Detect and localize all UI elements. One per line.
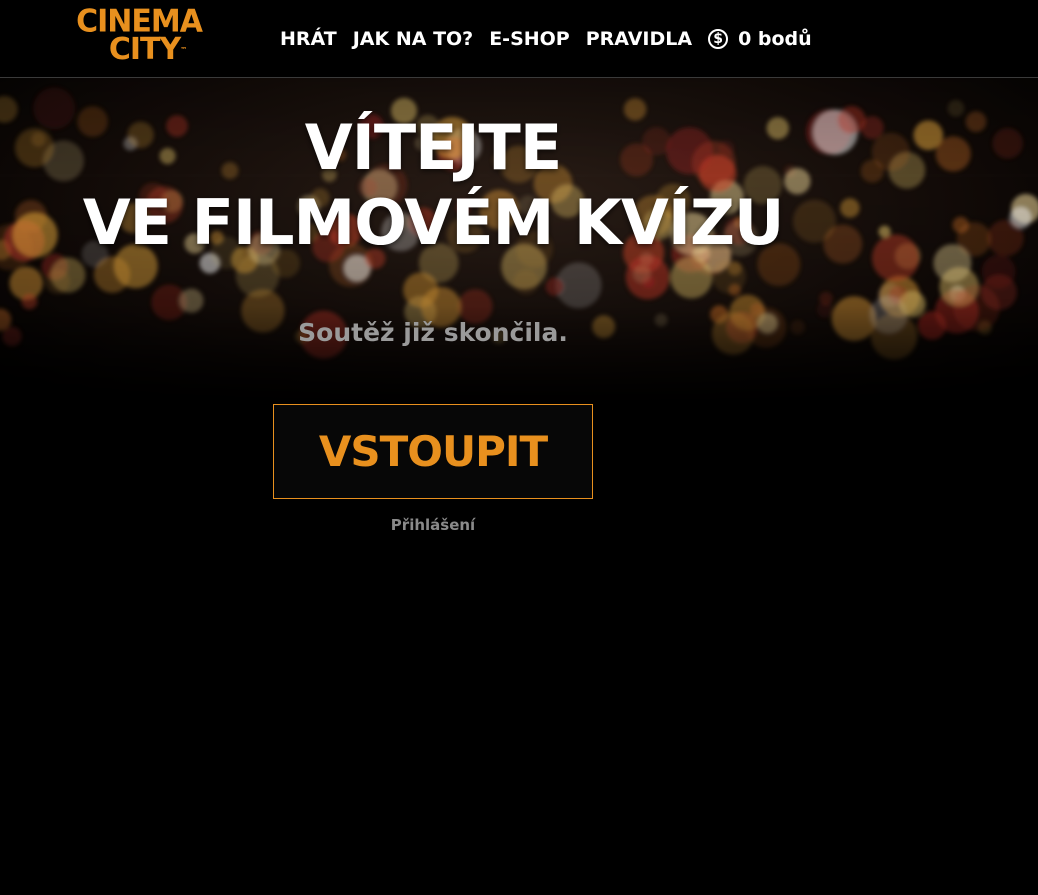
enter-button[interactable]: VSTOUPIT: [273, 404, 593, 499]
coin-dollar-icon: $: [708, 29, 729, 49]
logo-line1: CINEMA: [76, 3, 203, 40]
nav-item-e-shop[interactable]: E-SHOP: [489, 28, 570, 50]
nav-item-jak-na-to[interactable]: JAK NA TO?: [353, 28, 473, 50]
welcome-title-line1: VÍTEJTE: [304, 111, 562, 184]
contest-status-text: Soutěž již skončila.: [298, 318, 568, 347]
points-label: 0 bodů: [738, 28, 812, 50]
cinema-city-logo[interactable]: CINEMA CITY™: [76, 3, 203, 70]
login-link[interactable]: Přihlášení: [273, 516, 593, 534]
top-navigation-bar: CINEMA CITY™ HRÁT JAK NA TO? E-SHOP PRAV…: [0, 0, 1038, 78]
nav-item-pravidla[interactable]: PRAVIDLA: [586, 28, 692, 50]
welcome-title-line2: VE FILMOVÉM KVÍZU: [82, 186, 785, 259]
logo-line2: CITY™: [108, 32, 188, 67]
points-counter: $ 0 bodů: [708, 28, 812, 50]
main-nav: HRÁT JAK NA TO? E-SHOP PRAVIDLA $ 0 bodů: [280, 24, 812, 54]
nav-item-hrat[interactable]: HRÁT: [280, 28, 337, 50]
